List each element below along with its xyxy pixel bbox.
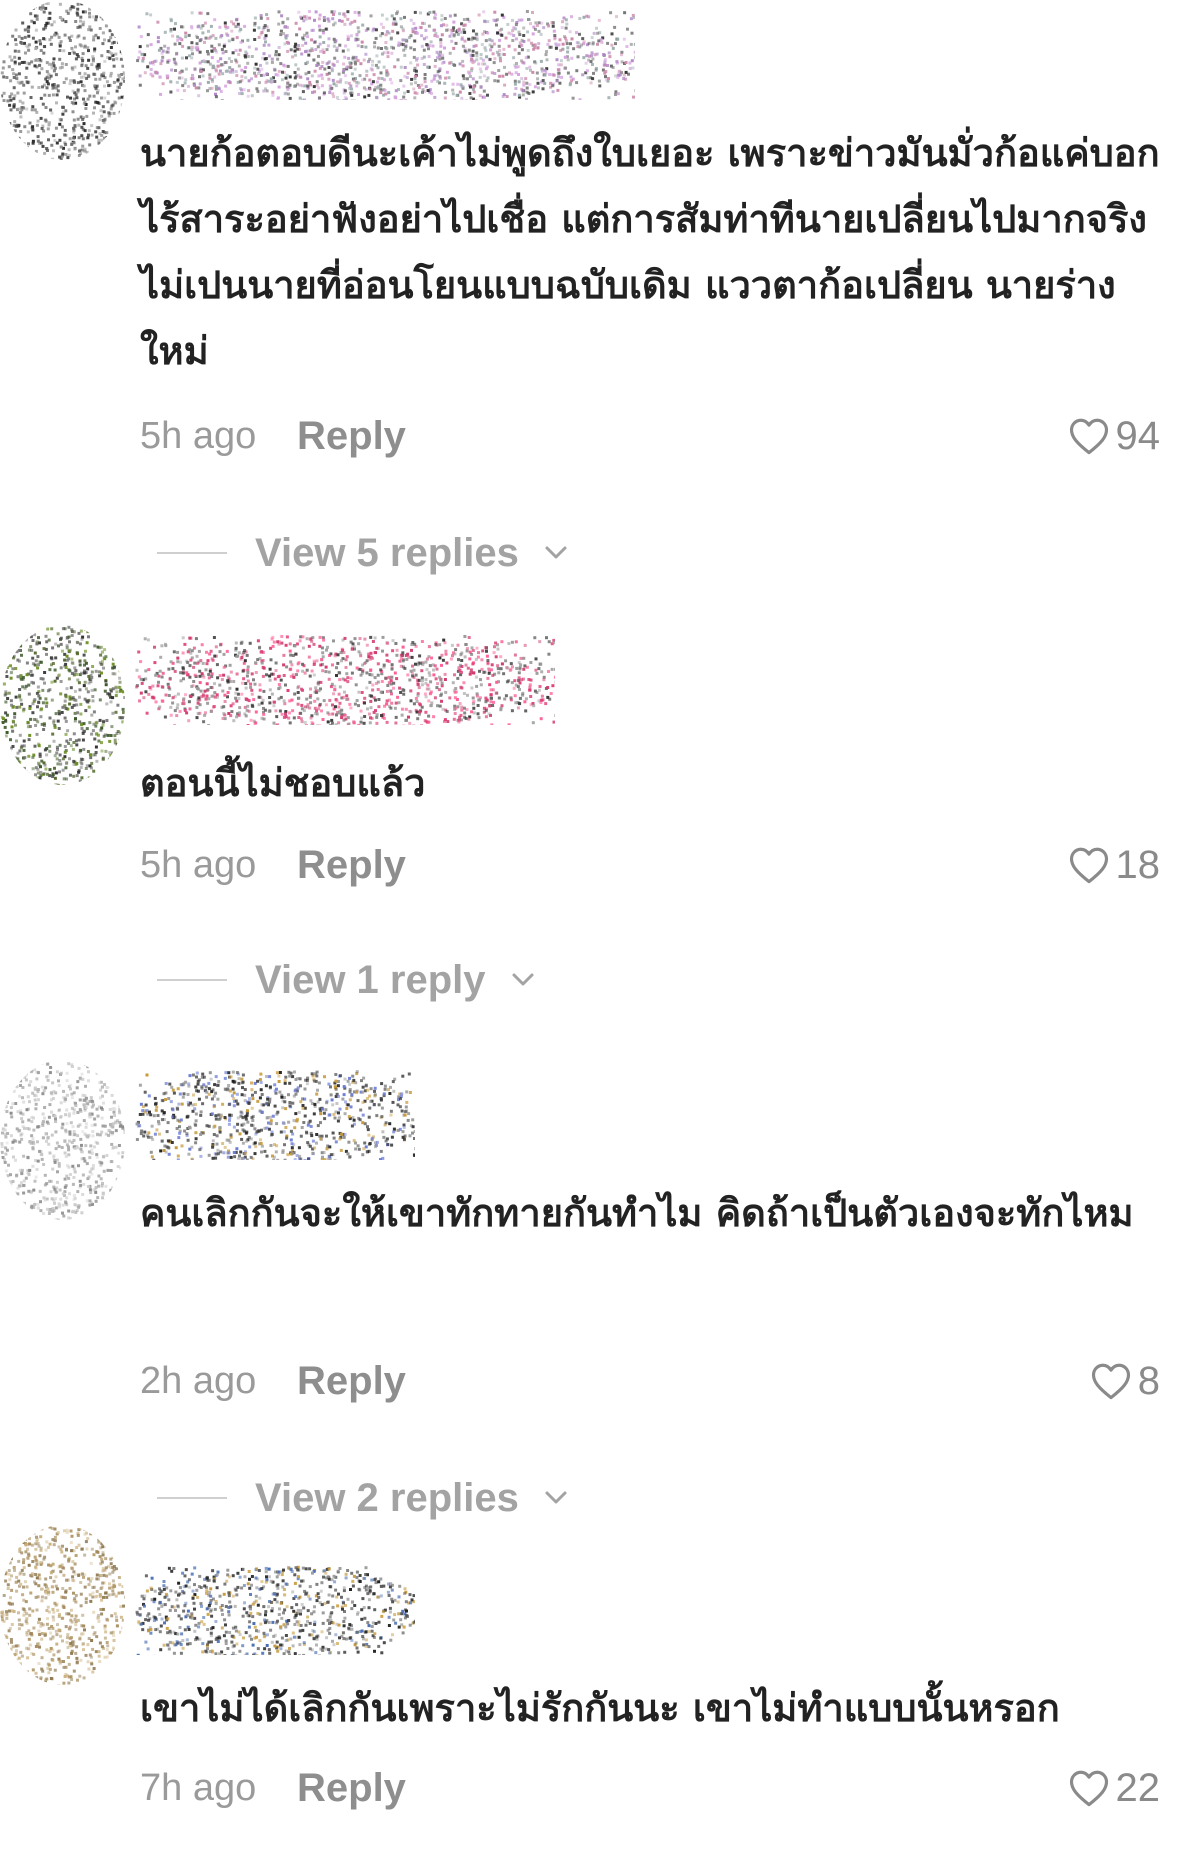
chevron-down-icon <box>545 546 567 559</box>
comment-text: เขาไม่ได้เลิกกันเพราะไม่รักกันนะ เขาไม่ท… <box>140 1686 1060 1730</box>
username-redacted[interactable] <box>135 1565 415 1655</box>
comment-meta: 5h ago Reply 18 <box>140 837 1160 893</box>
comment-item: คนเลิกกันจะให้เขาทักทายกันทำไม คิดถ้าเป็… <box>0 1060 1200 1520</box>
divider-line <box>157 552 227 554</box>
avatar[interactable] <box>0 1060 125 1220</box>
view-replies-button[interactable]: View 5 replies <box>157 525 571 581</box>
comment-text: คนเลิกกันจะให้เขาทักทายกันทำไม คิดถ้าเป็… <box>140 1191 1134 1235</box>
like-count: 18 <box>1115 843 1161 887</box>
timestamp: 7h ago <box>140 1767 257 1809</box>
divider-line <box>157 1497 227 1499</box>
chevron-down-icon <box>512 973 534 986</box>
comment-text: นายก้อตอบดีนะเค้าไม่พูดถึงใบเยอะ เพราะข่… <box>140 131 1160 373</box>
reply-button[interactable]: Reply <box>297 837 406 893</box>
reply-button[interactable]: Reply <box>297 1760 406 1816</box>
timestamp: 5h ago <box>140 844 257 886</box>
heart-outline-icon <box>1069 847 1108 884</box>
view-replies-label: View 2 replies <box>255 1475 519 1520</box>
like-count: 22 <box>1115 1766 1161 1810</box>
timestamp: 5h ago <box>140 415 257 457</box>
comment-text: ตอนนี้ไม่ชอบแล้ว <box>140 761 426 805</box>
chevron-down-icon <box>545 1491 567 1504</box>
comment-item: นายก้อตอบดีนะเค้าไม่พูดถึงใบเยอะ เพราะข่… <box>0 0 1200 575</box>
like-count: 8 <box>1137 1359 1160 1403</box>
like-button[interactable]: 94 <box>1068 408 1161 464</box>
comment-meta: 7h ago Reply 22 <box>140 1760 1160 1816</box>
heart-outline-icon <box>1069 1770 1108 1807</box>
avatar[interactable] <box>0 1525 125 1685</box>
username-redacted[interactable] <box>135 635 555 725</box>
like-button[interactable]: 22 <box>1068 1760 1161 1816</box>
reply-button[interactable]: Reply <box>297 408 406 464</box>
heart-outline-icon <box>1069 418 1108 455</box>
view-replies-label: View 5 replies <box>255 530 519 575</box>
view-replies-button[interactable]: View 1 reply <box>157 952 538 1008</box>
comment-meta: 5h ago Reply 94 <box>140 408 1160 464</box>
reply-button[interactable]: Reply <box>297 1353 406 1409</box>
timestamp: 2h ago <box>140 1360 257 1402</box>
comment-meta: 2h ago Reply 8 <box>140 1353 1160 1409</box>
comment-item: เขาไม่ได้เลิกกันเพราะไม่รักกันนะ เขาไม่ท… <box>0 1525 1200 1853</box>
like-button[interactable]: 8 <box>1090 1353 1160 1409</box>
like-button[interactable]: 18 <box>1068 837 1161 893</box>
view-replies-label: View 1 reply <box>255 957 486 1002</box>
username-redacted[interactable] <box>135 10 635 100</box>
username-redacted[interactable] <box>135 1070 415 1160</box>
like-count: 94 <box>1115 414 1161 458</box>
avatar[interactable] <box>0 0 125 160</box>
divider-line <box>157 979 227 981</box>
view-replies-button[interactable]: View 2 replies <box>157 1470 571 1526</box>
heart-outline-icon <box>1091 1363 1130 1400</box>
avatar[interactable] <box>0 625 125 785</box>
comment-item: ตอนนี้ไม่ชอบแล้ว 5h ago Reply 18 View 1 … <box>0 625 1200 1015</box>
